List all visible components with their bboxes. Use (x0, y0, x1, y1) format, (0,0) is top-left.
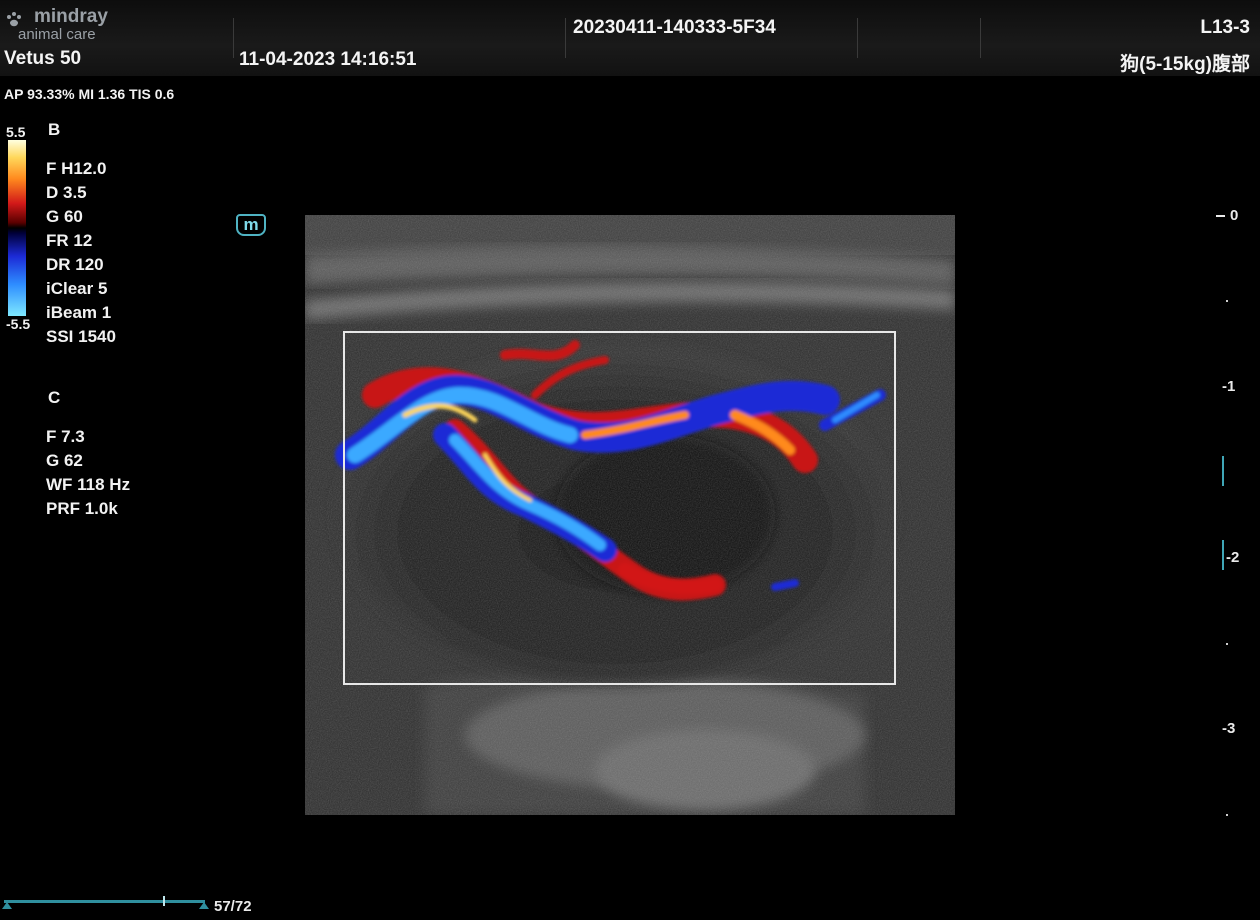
depth-dot (1226, 300, 1228, 302)
b-param: G 60 (46, 207, 83, 226)
b-param: FR 12 (46, 231, 93, 250)
b-param: F H12.0 (46, 159, 107, 178)
depth-label-value: 3 (1227, 720, 1236, 737)
mindray-logo: mindray animal care (4, 6, 129, 44)
ultrasound-image-render (305, 215, 955, 815)
cine-position-handle[interactable] (163, 896, 166, 906)
brand-name: mindray (34, 6, 108, 27)
cine-start-marker[interactable] (2, 902, 12, 909)
exam-id: 20230411-140333-5F34 (573, 17, 776, 38)
colorbar-max: 5.5 (6, 124, 26, 140)
ultrasound-image[interactable] (305, 215, 955, 815)
exam-preset: 狗(5-15kg)腹部 (1120, 54, 1250, 75)
header-divider (980, 18, 981, 58)
m-icon[interactable]: m (236, 214, 266, 236)
b-param: iBeam 1 (46, 303, 112, 322)
device-model: Vetus 50 (4, 48, 82, 69)
c-param: G 62 (46, 451, 83, 470)
c-mode-title: C (48, 388, 61, 407)
depth-dot (1226, 814, 1228, 816)
b-param: SSI 1540 (46, 327, 116, 346)
header-divider (565, 18, 566, 58)
header-divider (857, 18, 858, 58)
header-divider (233, 18, 234, 58)
brand-subtitle: animal care (18, 26, 96, 43)
depth-label-value: 1 (1227, 378, 1236, 395)
depth-label: -1 (1222, 378, 1236, 395)
exam-datetime: 11-04-2023 14:16:51 (239, 49, 417, 70)
cine-progress-bar[interactable] (4, 900, 205, 903)
b-mode-title: B (48, 120, 61, 139)
acoustic-output: AP 93.33% MI 1.36 TIS 0.6 (4, 86, 175, 102)
colorbar-min: -5.5 (6, 316, 31, 332)
c-param: WF 118 Hz (46, 475, 131, 494)
b-param: D 3.5 (46, 183, 87, 202)
c-param: PRF 1.0k (46, 499, 118, 518)
depth-label: -3 (1222, 720, 1236, 737)
depth-label: -2 (1226, 549, 1240, 566)
b-param: DR 120 (46, 255, 104, 274)
m-icon-label: m (243, 215, 259, 234)
color-velocity-bar (8, 140, 26, 316)
focus-marker (1222, 540, 1224, 570)
b-param: iClear 5 (46, 279, 108, 298)
cine-end-marker[interactable] (199, 902, 209, 909)
depth-tick (1216, 215, 1225, 217)
focus-marker (1222, 456, 1224, 486)
depth-dot (1226, 643, 1228, 645)
depth-label-value: 2 (1231, 549, 1240, 566)
c-param: F 7.3 (46, 427, 85, 446)
cine-frame-counter: 57/72 (214, 898, 252, 915)
depth-label: 0 (1230, 207, 1239, 224)
probe-name: L13-3 (1200, 17, 1250, 38)
